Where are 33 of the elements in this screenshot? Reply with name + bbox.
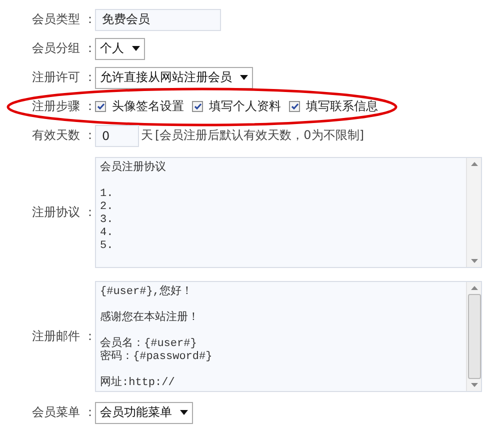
field-label: 注册协议 ： — [31, 204, 95, 220]
field-label: 会员类型 ： — [31, 11, 95, 28]
field-label: 会员分组 ： — [31, 40, 95, 57]
scrollbar-thumb[interactable] — [468, 294, 480, 378]
field-label: 会员菜单 ： — [31, 404, 95, 421]
scroll-up-icon[interactable] — [470, 286, 478, 290]
checkbox-option[interactable]: 头像签名设置 — [95, 98, 184, 115]
field-label: 注册许可 ： — [31, 69, 95, 86]
field-label: 有效天数 ： — [31, 127, 95, 144]
select-field[interactable]: 会员功能菜单 — [95, 402, 193, 424]
scrollbar[interactable] — [466, 158, 481, 266]
field-label: 注册步骤 ： — [31, 98, 95, 115]
scroll-down-icon[interactable] — [470, 382, 478, 386]
input-field[interactable]: 免费会员 — [95, 8, 221, 30]
checkbox-option[interactable]: 填写联系信息 — [289, 98, 378, 115]
scrollbar[interactable] — [466, 282, 481, 390]
hint-text: [会员注册后默认有效天数，0为不限制] — [155, 127, 364, 144]
unit-label: 天 — [141, 127, 153, 144]
input-field[interactable]: 0 — [95, 124, 139, 146]
checkbox[interactable] — [192, 101, 203, 112]
checkbox[interactable] — [289, 101, 300, 112]
field-label: 注册邮件 ： — [31, 328, 95, 344]
select-field[interactable]: 允许直接从网站注册会员 — [95, 66, 253, 88]
text-area[interactable]: {#user#},您好！ 感谢您在本站注册！ 会员名：{#user#} 密码：{#password#} 网址:http:// — [95, 280, 482, 392]
scroll-up-icon[interactable] — [470, 162, 478, 166]
caret-icon — [180, 410, 188, 415]
checkbox-option[interactable]: 填写个人资料 — [192, 98, 281, 115]
text-area[interactable]: 会员注册协议 1. 2. 3. 4. 5. — [95, 156, 482, 268]
caret-icon — [132, 46, 140, 51]
select-field[interactable]: 个人 — [95, 38, 145, 60]
caret-icon — [240, 75, 248, 80]
scroll-down-icon[interactable] — [470, 258, 478, 262]
checkbox[interactable] — [95, 101, 106, 112]
